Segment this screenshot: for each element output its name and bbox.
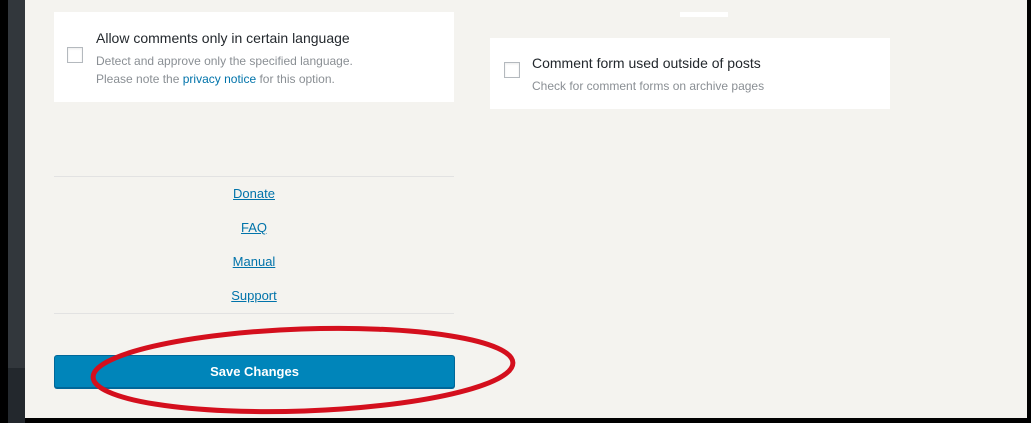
save-changes-button[interactable]: Save Changes <box>54 355 455 388</box>
outside-posts-checkbox[interactable] <box>504 62 520 78</box>
settings-content: Allow comments only in certain language … <box>25 0 1027 418</box>
option-desc-language-1: Detect and approve only the specified la… <box>96 54 353 68</box>
admin-sidebar-lower <box>8 368 25 423</box>
option-card-outside-posts: Comment form used outside of posts Check… <box>490 38 890 109</box>
manual-link[interactable]: Manual <box>54 252 454 286</box>
option-desc-prefix: Please note the <box>96 72 180 86</box>
screenshot-frame: Allow comments only in certain language … <box>0 0 1031 423</box>
language-checkbox[interactable] <box>67 47 83 63</box>
donate-link[interactable]: Donate <box>54 184 454 218</box>
plugin-links: Donate FAQ Manual Support <box>54 184 454 320</box>
card-fragment <box>680 12 728 17</box>
option-card-language: Allow comments only in certain language … <box>54 12 454 102</box>
admin-sidebar <box>8 0 25 423</box>
support-link[interactable]: Support <box>54 286 454 320</box>
option-title-outside-posts: Comment form used outside of posts <box>532 55 761 71</box>
links-divider-top <box>54 176 454 177</box>
faq-link[interactable]: FAQ <box>54 218 454 252</box>
option-desc-suffix: for this option. <box>259 72 335 86</box>
option-desc-outside-posts: Check for comment forms on archive pages <box>532 79 765 93</box>
option-title-language: Allow comments only in certain language <box>96 30 350 46</box>
links-divider-bottom <box>54 313 454 314</box>
option-desc-language-2: Please note the privacy notice for this … <box>96 70 335 88</box>
privacy-notice-link[interactable]: privacy notice <box>183 72 256 86</box>
